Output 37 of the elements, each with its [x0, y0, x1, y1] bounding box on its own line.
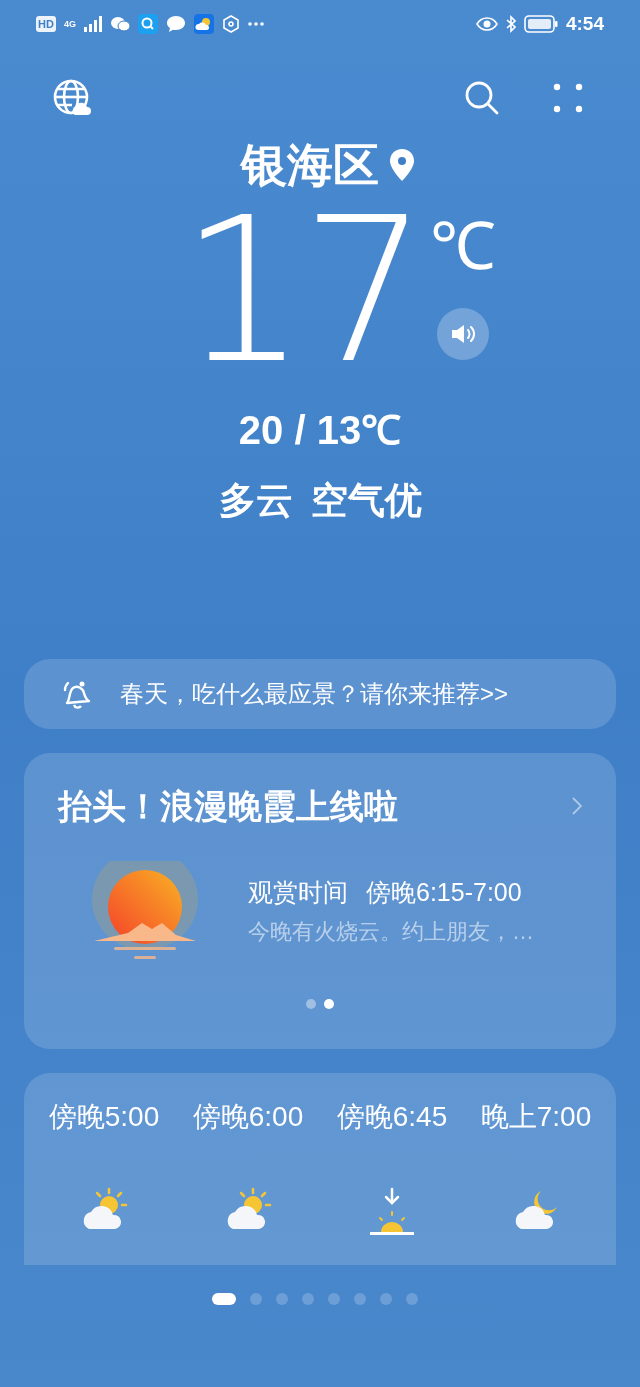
- temperature-unit: ℃: [430, 208, 497, 285]
- city-name: 银海区: [241, 142, 379, 188]
- network-label: 4G: [63, 19, 76, 29]
- more-dots-icon: [247, 22, 264, 26]
- message-bubble-icon: [165, 15, 186, 33]
- search-icon: [464, 80, 500, 116]
- notice-banner[interactable]: 春天，吃什么最应景？请你来推荐>>: [24, 659, 616, 729]
- chat-bubbles-icon: [109, 16, 130, 32]
- viewing-time-label: 观赏时间: [248, 879, 348, 905]
- bluetooth-icon: [505, 15, 516, 33]
- weather-condition: 多云: [218, 482, 293, 519]
- hd-badge: HD: [36, 16, 56, 32]
- globe-cloud-icon: [53, 79, 91, 117]
- hour-label: 傍晚6:45: [336, 1103, 448, 1131]
- sunset-icon: [367, 1187, 417, 1237]
- menu-dots-icon: [553, 83, 583, 113]
- current-temperature: 17: [179, 206, 423, 376]
- hour-label: 傍晚6:00: [192, 1103, 304, 1131]
- location-pin-icon: [389, 148, 415, 182]
- speaker-icon: [450, 323, 477, 345]
- signal-icon: [83, 16, 102, 32]
- sunset-description: 今晚有火烧云。约上朋友，…: [248, 920, 534, 943]
- hexagon-icon: [221, 15, 240, 33]
- eye-icon: [475, 17, 498, 31]
- hour-label: 晚上7:00: [480, 1103, 592, 1131]
- status-time: 4:54: [565, 11, 604, 36]
- hour-label: 傍晚5:00: [48, 1103, 160, 1131]
- speaker-button[interactable]: [437, 308, 490, 360]
- air-quality: 空气优: [310, 482, 422, 519]
- weather-app-icon: [193, 14, 214, 34]
- chevron-right-icon: [572, 797, 582, 815]
- battery-icon: [523, 15, 558, 33]
- globe-cloud-button[interactable]: [52, 78, 92, 118]
- card-title: 抬头！浪漫晚霞上线啦: [58, 789, 398, 823]
- viewing-time: 傍晚6:15-7:00: [366, 879, 522, 905]
- search-app-icon: [137, 14, 158, 34]
- high-low-temperature: 20 / 13℃: [238, 410, 402, 450]
